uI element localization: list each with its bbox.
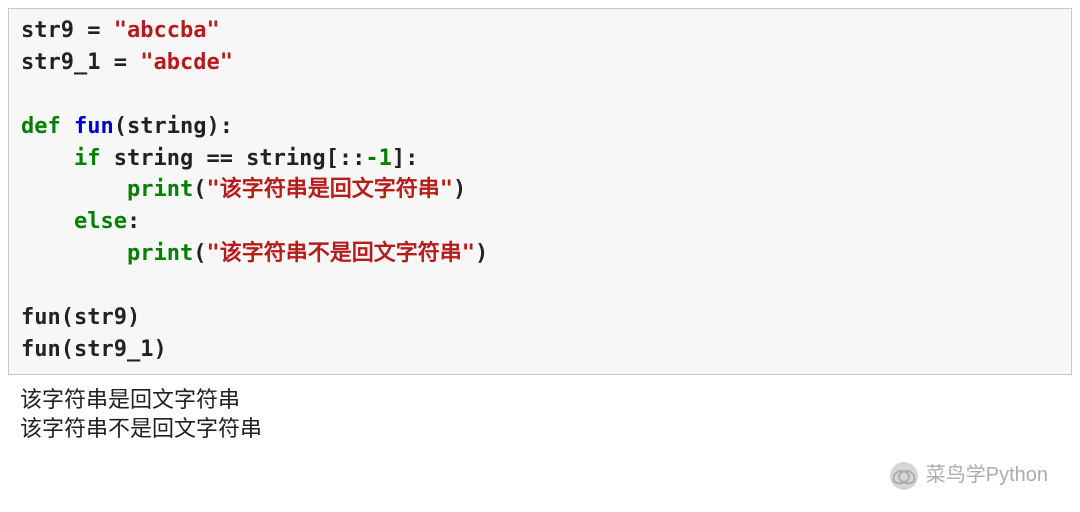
code-var: str9 [21,18,74,43]
code-string: "abccba" [114,18,220,43]
watermark-text: 菜鸟学Python [926,461,1048,490]
code-call: fun(str9_1) [21,337,167,362]
code-keyword: def [21,114,61,139]
code-end: ]: [392,146,419,171]
code-call: fun(str9) [21,305,140,330]
watermark: 菜鸟学Python [890,461,1048,490]
code-content: str9 = "abccba" str9_1 = "abcde" def fun… [21,15,1059,366]
code-number: -1 [365,146,392,171]
code-punct: ( [193,241,206,266]
wechat-icon [890,462,918,490]
code-builtin: print [127,241,193,266]
code-punct: ) [453,177,466,202]
code-string: "该字符串不是回文字符串" [206,241,475,266]
code-eq: = [74,18,114,43]
code-args: (string): [114,114,233,139]
code-block: str9 = "abccba" str9_1 = "abcde" def fun… [8,8,1072,375]
code-var: str9_1 [21,50,100,75]
code-punct: : [127,209,140,234]
output-line: 该字符串不是回文字符串 [20,414,1060,444]
code-keyword: if [74,146,101,171]
code-eq: = [100,50,140,75]
code-funcname: fun [74,114,114,139]
output-line: 该字符串是回文字符串 [20,385,1060,415]
code-cond: string == string[:: [100,146,365,171]
code-punct: ( [193,177,206,202]
output-block: 该字符串是回文字符串 该字符串不是回文字符串 [8,375,1072,444]
code-punct: ) [475,241,488,266]
code-string: "该字符串是回文字符串" [206,177,453,202]
code-keyword: else [74,209,127,234]
code-string: "abcde" [140,50,233,75]
code-builtin: print [127,177,193,202]
